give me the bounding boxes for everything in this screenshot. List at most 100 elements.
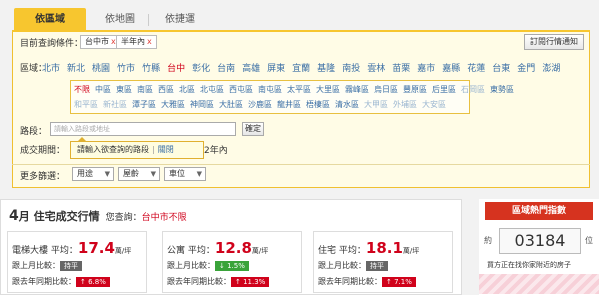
stats-title: 4月 住宅成交行情 您查詢：台中市不限 — [9, 208, 187, 224]
district-option[interactable]: 清水區 — [335, 99, 359, 110]
mom-badge: 持平 — [60, 261, 82, 271]
district-option[interactable]: 梧棲區 — [306, 99, 330, 110]
city-list: 北市 新北 桃園 竹市 竹縣 台中 彰化 台南 高雄 屏東 宜蘭 基隆 南投 雲林 苗栗 嘉市 嘉縣 花蓮 台東 金門… — [42, 61, 567, 74]
tab-by-area[interactable]: 依區域 — [14, 8, 86, 32]
card-type: 公寓 — [167, 246, 186, 256]
chevron-down-icon: ▼ — [104, 170, 110, 178]
district-option[interactable]: 北區 — [179, 84, 195, 95]
mom-badge: ↓ 1.5% — [215, 261, 249, 271]
district-option[interactable]: 神岡區 — [190, 99, 214, 110]
district-option[interactable]: 大安區 — [422, 99, 446, 110]
stats-title-text: 月 住宅成交行情 — [18, 210, 100, 223]
price-card-apartment: 公寓 平均：12.8萬/坪 跟上月比較： ↓ 1.5% 跟去年同期比較： ↑ 11.… — [162, 231, 302, 293]
district-option[interactable]: 后里區 — [432, 84, 456, 95]
confirm-button[interactable]: 確定 — [242, 122, 264, 136]
city-option[interactable]: 嘉縣 — [442, 61, 460, 74]
chevron-down-icon: ▼ — [150, 170, 156, 178]
hot-index-description: 買方正在找你家附近的房子 — [487, 261, 571, 269]
district-option[interactable]: 東區 — [116, 84, 132, 95]
district-option[interactable]: 西區 — [158, 84, 174, 95]
district-option[interactable]: 北屯區 — [200, 84, 224, 95]
district-option[interactable]: 西屯區 — [229, 84, 253, 95]
city-option[interactable]: 台東 — [492, 61, 510, 74]
select-usage[interactable]: 用途 ▼ — [72, 167, 114, 181]
select-parking[interactable]: 車位 ▼ — [164, 167, 206, 181]
city-option[interactable]: 宜蘭 — [292, 61, 310, 74]
district-option[interactable]: 大甲區 — [364, 99, 388, 110]
yoy-badge: ↑ 6.8% — [76, 277, 110, 287]
district-option[interactable]: 潭子區 — [132, 99, 156, 110]
city-option[interactable]: 北市 — [42, 61, 60, 74]
district-option[interactable]: 大雅區 — [161, 99, 185, 110]
card-price: 18.1 — [365, 239, 403, 257]
tab-by-map[interactable]: 依地圖 — [92, 8, 148, 32]
city-option[interactable]: 基隆 — [317, 61, 335, 74]
district-option[interactable]: 烏日區 — [374, 84, 398, 95]
card-type: 電梯大樓 — [12, 246, 49, 256]
subscribe-button[interactable]: 訂閱行情通知 — [524, 34, 584, 50]
city-option[interactable]: 桃園 — [92, 61, 110, 74]
road-tooltip: 請輸入欲查詢的路段 | 關閉 — [70, 141, 204, 159]
chip-period-text: 半年內 — [121, 37, 145, 46]
city-option[interactable]: 苗栗 — [392, 61, 410, 74]
select-age[interactable]: 屋齡 ▼ — [118, 167, 160, 181]
city-option[interactable]: 嘉市 — [417, 61, 435, 74]
district-option[interactable]: 龍井區 — [277, 99, 301, 110]
city-option[interactable]: 竹市 — [117, 61, 135, 74]
district-option[interactable]: 和平區 — [74, 99, 98, 110]
select-parking-value: 車位 — [169, 169, 185, 178]
tooltip-close-link[interactable]: 關閉 — [158, 145, 174, 154]
mom-label: 跟上月比較： — [318, 261, 366, 270]
district-option[interactable]: 新社區 — [103, 99, 127, 110]
card-price: 12.8 — [214, 239, 252, 257]
hot-index-prefix: 約 — [484, 236, 492, 245]
district-option[interactable]: 大里區 — [316, 84, 340, 95]
stats-month: 4 — [9, 208, 19, 224]
district-option[interactable]: 豐原區 — [403, 84, 427, 95]
city-option[interactable]: 台南 — [217, 61, 235, 74]
road-input[interactable]: 請輸入路段或地址 — [50, 122, 236, 136]
city-option[interactable]: 竹縣 — [142, 61, 160, 74]
district-option[interactable]: 沙鹿區 — [248, 99, 272, 110]
hot-index-decoration — [479, 274, 599, 294]
district-option[interactable]: 大肚區 — [219, 99, 243, 110]
city-option[interactable]: 花蓮 — [467, 61, 485, 74]
city-option[interactable]: 彰化 — [192, 61, 210, 74]
city-option[interactable]: 金門 — [517, 61, 535, 74]
chevron-down-icon: ▼ — [196, 170, 202, 178]
district-option[interactable]: 外埔區 — [393, 99, 417, 110]
chip-remove-icon[interactable]: x — [147, 37, 152, 46]
period-option-2y[interactable]: 2年內 — [204, 143, 228, 156]
card-avg-label: 平均： — [338, 246, 366, 256]
yoy-badge: ↑ 11.3% — [231, 277, 270, 287]
district-option[interactable]: 中區 — [95, 84, 111, 95]
condition-chip-city[interactable]: 台中市 x — [80, 35, 121, 49]
hot-index-suffix: 位 — [585, 236, 593, 245]
condition-chip-period[interactable]: 半年內 x — [116, 35, 157, 49]
district-option[interactable]: 南屯區 — [258, 84, 282, 95]
city-option[interactable]: 澎湖 — [542, 61, 560, 74]
mom-label: 跟上月比較： — [12, 261, 60, 270]
city-option[interactable]: 雲林 — [367, 61, 385, 74]
city-option[interactable]: 台中 — [167, 61, 185, 74]
district-option[interactable]: 霧峰區 — [345, 84, 369, 95]
road-label: 路段： — [20, 127, 48, 137]
card-avg-label: 平均： — [187, 246, 215, 256]
tooltip-separator: | — [152, 145, 155, 154]
panel-accent-bar — [12, 30, 590, 32]
yoy-label: 跟去年同期比較： — [318, 277, 382, 286]
district-option[interactable]: 東勢區 — [490, 84, 514, 95]
district-option[interactable]: 太平區 — [287, 84, 311, 95]
select-age-value: 屋齡 — [123, 169, 139, 178]
city-option[interactable]: 屏東 — [267, 61, 285, 74]
city-option[interactable]: 高雄 — [242, 61, 260, 74]
district-option[interactable]: 石岡區 — [461, 84, 485, 95]
tab-by-mrt[interactable]: 依捷運 — [152, 8, 208, 32]
yoy-label: 跟去年同期比較： — [12, 277, 76, 286]
district-option[interactable]: 南區 — [137, 84, 153, 95]
card-avg-label: 平均： — [50, 246, 78, 256]
query-label: 您查詢： — [105, 213, 142, 223]
city-option[interactable]: 南投 — [342, 61, 360, 74]
district-option[interactable]: 不限 — [74, 84, 90, 95]
city-option[interactable]: 新北 — [67, 61, 85, 74]
